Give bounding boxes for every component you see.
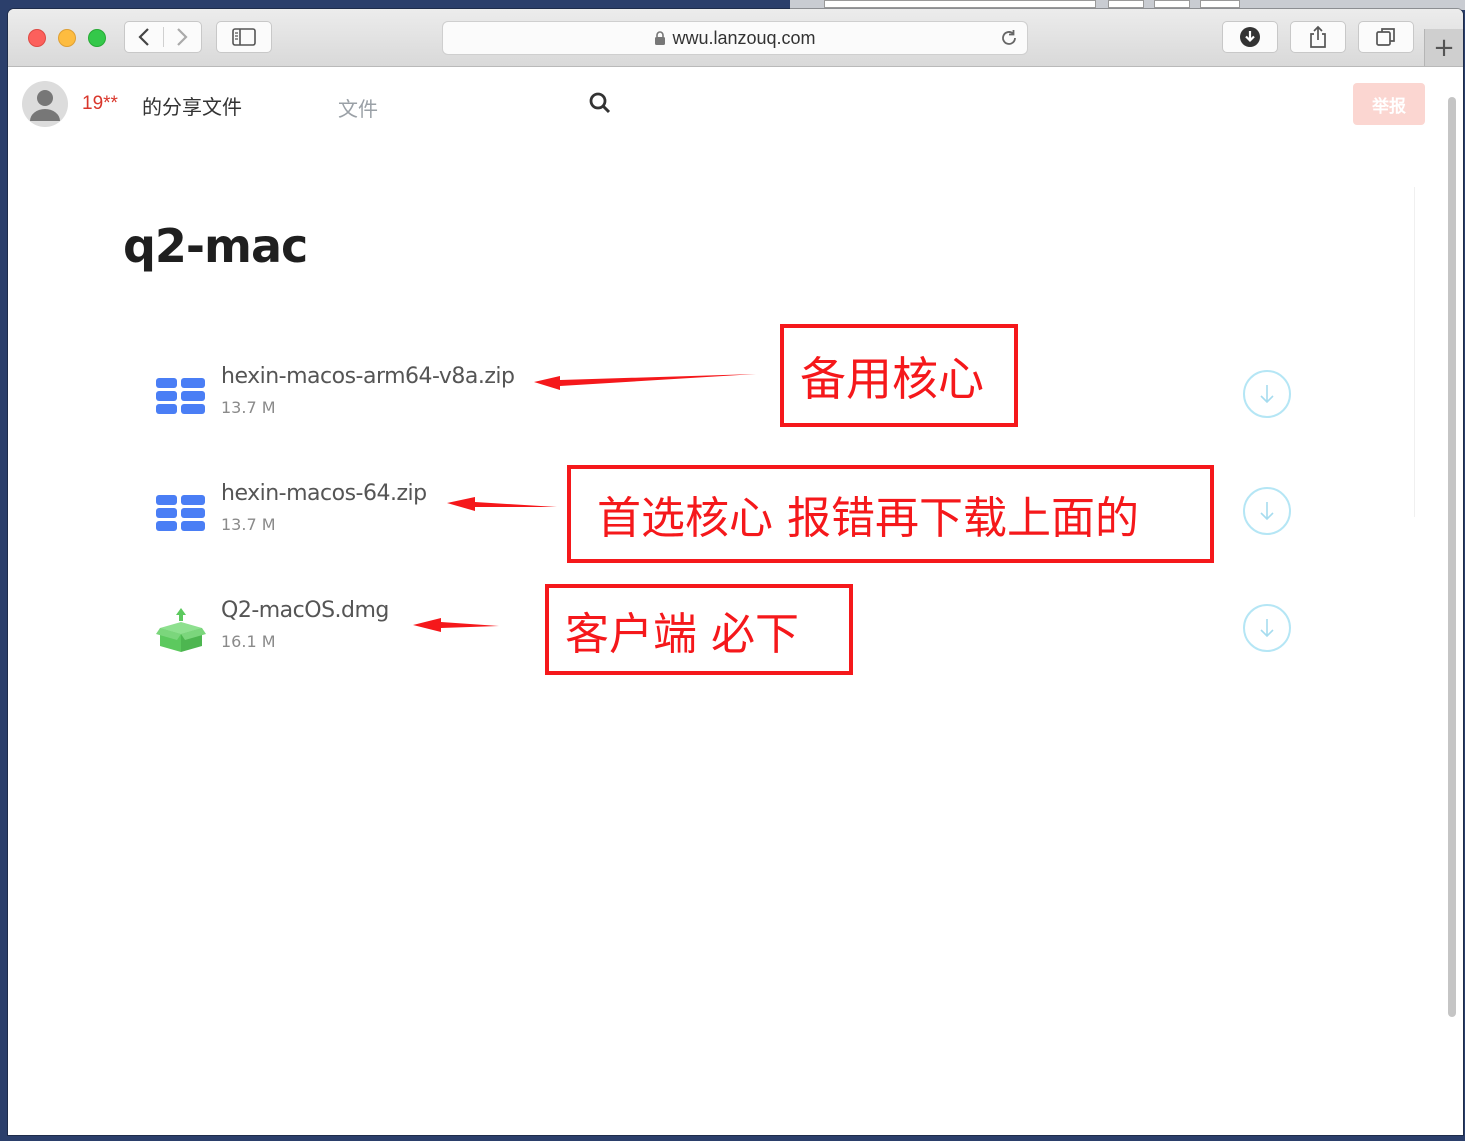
- arrow-down-icon: [1260, 619, 1274, 638]
- chevron-right-icon: [177, 28, 188, 46]
- back-forward-group: [124, 21, 202, 53]
- arrow-down-icon: [1260, 385, 1274, 404]
- file-size: 16.1 M: [221, 632, 276, 651]
- reload-icon[interactable]: [999, 28, 1019, 48]
- tabs-icon: [1376, 28, 1395, 46]
- back-button[interactable]: [125, 27, 164, 47]
- share-button[interactable]: [1290, 21, 1346, 53]
- download-button[interactable]: [1243, 487, 1291, 535]
- annotation-arrow: [413, 618, 499, 632]
- tab-overview-button[interactable]: [1358, 21, 1414, 53]
- report-button[interactable]: 举报: [1353, 83, 1425, 125]
- download-button[interactable]: [1243, 604, 1291, 652]
- file-name[interactable]: hexin-macos-arm64-v8a.zip: [221, 364, 515, 389]
- tab-files[interactable]: 文件: [338, 93, 378, 122]
- file-name[interactable]: hexin-macos-64.zip: [221, 481, 427, 506]
- page-scrollbar[interactable]: [1448, 97, 1456, 1017]
- share-icon: [1310, 25, 1326, 48]
- browser-window: wwu.lanzouq.com + 19** 的分享文件 文件 举报 q2-ma…: [8, 9, 1463, 1135]
- avatar[interactable]: [22, 81, 68, 127]
- browser-toolbar: wwu.lanzouq.com +: [8, 9, 1463, 67]
- page-title: q2-mac: [123, 219, 308, 273]
- address-bar[interactable]: wwu.lanzouq.com: [442, 21, 1028, 55]
- new-tab-button[interactable]: +: [1424, 29, 1463, 66]
- dmg-package-icon: [156, 608, 206, 652]
- file-name[interactable]: Q2-macOS.dmg: [221, 598, 389, 623]
- zip-archive-icon: [156, 495, 205, 531]
- file-size: 13.7 M: [221, 515, 276, 534]
- arrow-down-icon: [1260, 502, 1274, 521]
- annotation-box: 客户端 必下: [545, 584, 853, 675]
- downloads-button[interactable]: [1222, 21, 1278, 53]
- user-silhouette-icon: [30, 90, 60, 121]
- close-window-button[interactable]: [28, 29, 46, 47]
- lock-icon: [655, 30, 666, 45]
- side-panel-edge: [1414, 187, 1443, 517]
- download-circle-icon: [1240, 27, 1260, 47]
- minimize-window-button[interactable]: [58, 29, 76, 47]
- download-button[interactable]: [1243, 370, 1291, 418]
- forward-button[interactable]: [164, 27, 202, 47]
- plus-icon: +: [1433, 32, 1455, 63]
- annotation-arrow: [447, 497, 557, 511]
- annotation-box: 备用核心: [780, 324, 1018, 427]
- annotation-arrow: [534, 374, 756, 390]
- share-title: 的分享文件: [142, 95, 242, 119]
- search-icon: [589, 92, 611, 114]
- chevron-left-icon: [138, 28, 149, 46]
- sidebar-toggle-button[interactable]: [216, 21, 272, 53]
- file-size: 13.7 M: [221, 398, 276, 417]
- zip-archive-icon: [156, 378, 205, 414]
- annotation-box: 首选核心 报错再下载上面的: [567, 465, 1214, 563]
- search-button[interactable]: [588, 91, 612, 119]
- sidebar-icon: [232, 28, 256, 46]
- zoom-window-button[interactable]: [88, 29, 106, 47]
- user-name[interactable]: 19**: [82, 93, 118, 115]
- url-text: wwu.lanzouq.com: [672, 27, 816, 48]
